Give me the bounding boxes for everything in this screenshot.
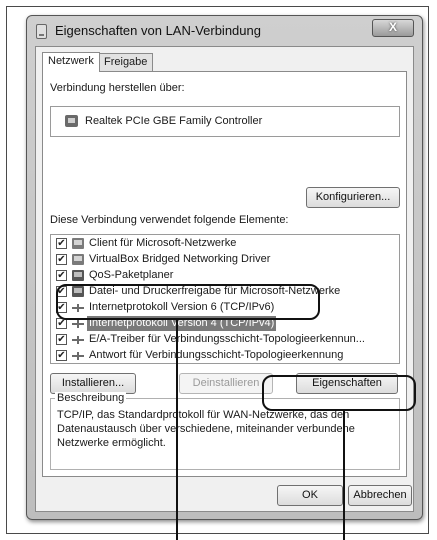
client-icon xyxy=(72,238,84,249)
list-item[interactable]: ✔ Client für Microsoft-Netzwerke xyxy=(51,236,399,252)
list-item[interactable]: ✔ Antwort für Verbindungsschicht-Topolog… xyxy=(51,348,399,363)
properties-highlight-callout xyxy=(262,375,416,411)
tab-panel-netzwerk: Verbindung herstellen über: Realtek PCIe… xyxy=(42,71,407,477)
list-item-label: VirtualBox Bridged Networking Driver xyxy=(89,253,271,265)
configure-button[interactable]: Konfigurieren... xyxy=(306,187,400,208)
window-title: Eigenschaften von LAN-Verbindung xyxy=(55,23,261,38)
callout-line-properties xyxy=(343,411,345,540)
ok-button[interactable]: OK xyxy=(277,485,343,506)
cancel-button[interactable]: Abbrechen xyxy=(348,485,412,506)
install-button[interactable]: Installieren... xyxy=(50,373,136,394)
tab-netzwerk[interactable]: Netzwerk xyxy=(42,52,100,72)
list-item-label: QoS-Paketplaner xyxy=(89,269,174,281)
list-item[interactable]: ✔ VirtualBox Bridged Networking Driver xyxy=(51,252,399,268)
dialog-body: Netzwerk Freigabe Verbindung herstellen … xyxy=(35,46,414,512)
checkbox[interactable]: ✔ xyxy=(56,350,67,361)
protocol-icon xyxy=(72,352,84,360)
network-adapter-icon xyxy=(36,24,47,39)
checkbox[interactable]: ✔ xyxy=(56,334,67,345)
uninstall-button[interactable]: Deinstallieren xyxy=(179,373,273,394)
list-item-label: Client für Microsoft-Netzwerke xyxy=(89,237,237,249)
protocol-icon xyxy=(72,320,84,328)
title-bar[interactable]: Eigenschaften von LAN-Verbindung X xyxy=(27,16,422,46)
adapter-box: Realtek PCIe GBE Family Controller xyxy=(50,106,400,137)
checkbox[interactable]: ✔ xyxy=(56,238,67,249)
ipv4-highlight-callout xyxy=(56,284,320,320)
close-button[interactable]: X xyxy=(372,19,414,37)
list-item[interactable]: ✔ QoS-Paketplaner xyxy=(51,268,399,284)
callout-line-ipv4 xyxy=(176,320,178,540)
network-card-icon xyxy=(65,115,78,127)
properties-dialog: Eigenschaften von LAN-Verbindung X Netzw… xyxy=(26,15,423,520)
checkbox[interactable]: ✔ xyxy=(56,254,67,265)
list-item-label: Antwort für Verbindungsschicht-Topologie… xyxy=(89,349,344,361)
checkbox[interactable]: ✔ xyxy=(56,270,67,281)
protocol-icon xyxy=(72,336,84,344)
close-icon: X xyxy=(388,20,397,34)
list-item-label: E/A-Treiber für Verbindungsschicht-Topol… xyxy=(89,333,365,345)
client-icon xyxy=(72,254,84,265)
adapter-name: Realtek PCIe GBE Family Controller xyxy=(85,115,263,127)
elements-label: Diese Verbindung verwendet folgende Elem… xyxy=(50,214,289,226)
connect-using-label: Verbindung herstellen über: xyxy=(50,82,185,94)
list-item[interactable]: ✔ E/A-Treiber für Verbindungsschicht-Top… xyxy=(51,332,399,348)
tab-freigabe[interactable]: Freigabe xyxy=(98,53,154,71)
description-legend: Beschreibung xyxy=(55,392,127,404)
computer-icon xyxy=(72,270,84,281)
